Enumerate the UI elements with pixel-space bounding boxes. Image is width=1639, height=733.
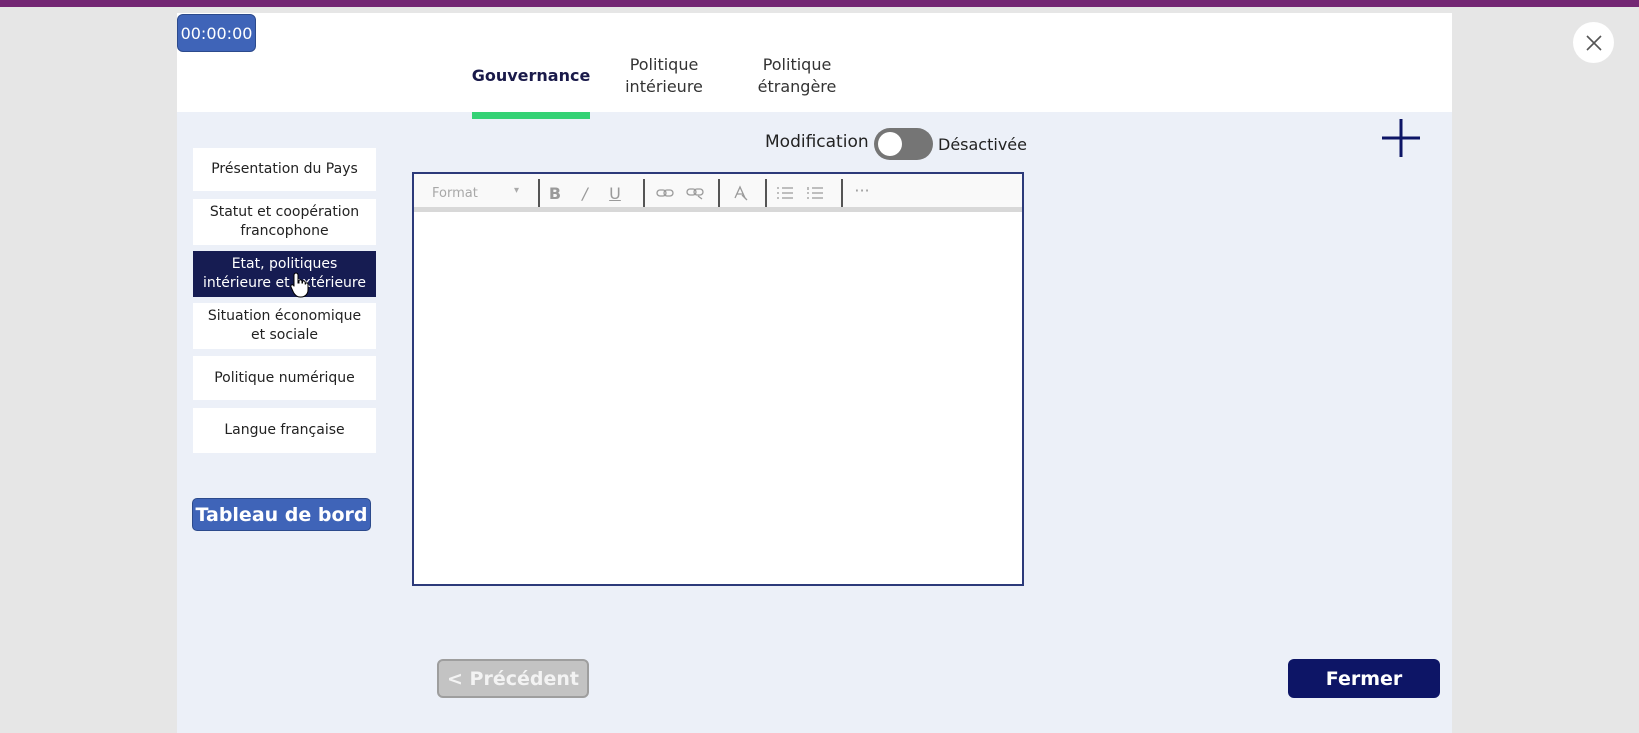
- sidebar-item-presentation[interactable]: Présentation du Pays: [193, 148, 376, 191]
- toggle-knob: [878, 132, 902, 156]
- chevron-down-icon: ▾: [514, 185, 520, 196]
- sidebar-item-statut[interactable]: Statut et coopération francophone: [193, 199, 376, 245]
- edit-mode-state: Désactivée: [938, 135, 1027, 154]
- unlink-icon[interactable]: [684, 182, 706, 204]
- previous-button[interactable]: < Précédent: [437, 659, 589, 698]
- hand-cursor-icon: [290, 272, 309, 298]
- editor-toolbar: Format ▾ B / U ···: [414, 174, 1022, 212]
- toolbar-divider: [538, 179, 540, 207]
- editor-content-area[interactable]: [414, 217, 1022, 584]
- timer-display: 00:00:00: [177, 14, 256, 52]
- tab-politique-interieure[interactable]: Politique intérieure: [612, 50, 716, 102]
- sidebar-item-langue-francaise[interactable]: Langue française: [193, 408, 376, 453]
- format-dropdown[interactable]: Format: [432, 186, 478, 201]
- italic-icon[interactable]: /: [574, 182, 596, 204]
- sidebar-item-etat-politiques[interactable]: Etat, politiques intérieure et extérieur…: [193, 251, 376, 297]
- close-icon: [1585, 34, 1602, 51]
- numbered-list-icon[interactable]: [804, 182, 826, 204]
- top-accent-bar: [0, 0, 1639, 7]
- close-button[interactable]: [1573, 22, 1614, 63]
- link-icon[interactable]: [654, 182, 676, 204]
- add-button[interactable]: [1381, 117, 1421, 159]
- plus-icon: [1382, 119, 1420, 157]
- active-tab-indicator: [472, 112, 590, 119]
- clear-format-icon[interactable]: [729, 182, 751, 204]
- fermer-button[interactable]: Fermer: [1288, 659, 1440, 698]
- rich-text-editor: Format ▾ B / U ···: [412, 172, 1024, 586]
- bulleted-list-icon[interactable]: [774, 182, 796, 204]
- underline-icon[interactable]: U: [604, 182, 626, 204]
- bold-icon[interactable]: B: [544, 182, 566, 204]
- toolbar-divider: [643, 179, 645, 207]
- sidebar-item-situation-economique[interactable]: Situation économique et sociale: [193, 303, 376, 349]
- tab-gouvernance[interactable]: Gouvernance: [472, 50, 591, 102]
- edit-mode-toggle[interactable]: [874, 128, 933, 160]
- sidebar-item-politique-numerique[interactable]: Politique numérique: [193, 356, 376, 400]
- dashboard-button[interactable]: Tableau de bord: [192, 498, 371, 531]
- toolbar-divider: [718, 179, 720, 207]
- edit-mode-label: Modification: [765, 132, 869, 152]
- tab-politique-etrangere[interactable]: Politique étrangère: [745, 50, 849, 102]
- toolbar-divider: [765, 179, 767, 207]
- toolbar-divider: [841, 179, 843, 207]
- more-options-icon[interactable]: ···: [851, 179, 873, 201]
